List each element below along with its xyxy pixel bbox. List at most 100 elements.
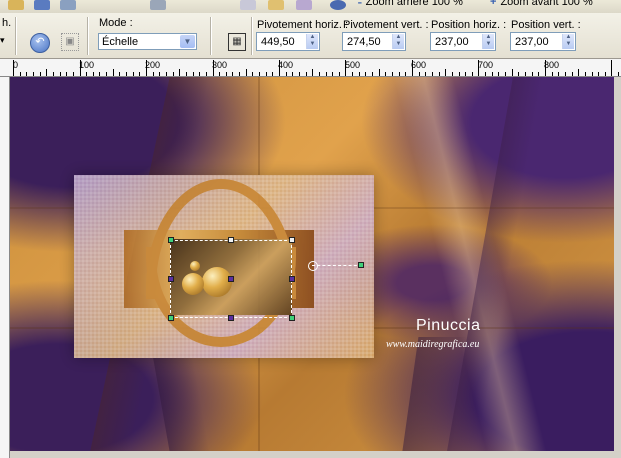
pivot-v-label: Pivotement vert. : bbox=[343, 19, 429, 31]
pos-h-spinner[interactable]: ▲ ▼ bbox=[482, 34, 494, 49]
ruler-tick bbox=[40, 72, 41, 76]
ruler-tick bbox=[465, 72, 466, 76]
handle-top-right[interactable] bbox=[289, 237, 295, 243]
ruler-tick bbox=[266, 72, 267, 76]
ruler-tick bbox=[345, 60, 346, 76]
ruler-tick bbox=[518, 72, 519, 76]
pos-v-value: 237,00 bbox=[515, 36, 549, 48]
ruler-tick bbox=[106, 72, 107, 76]
browse-icon[interactable] bbox=[150, 0, 166, 10]
ruler-tick bbox=[432, 72, 433, 76]
layer-icon[interactable] bbox=[296, 0, 312, 10]
ruler-tick bbox=[66, 72, 67, 76]
open-icon[interactable] bbox=[8, 0, 24, 10]
ruler-tick bbox=[618, 72, 619, 76]
ruler-tick bbox=[93, 72, 94, 76]
ruler-tick bbox=[319, 72, 320, 76]
ruler-tick bbox=[159, 72, 160, 76]
transform-icon[interactable]: ▦ bbox=[228, 33, 246, 51]
ruler-tick bbox=[33, 72, 34, 76]
vertical-ruler[interactable] bbox=[0, 77, 10, 458]
ruler-tick bbox=[246, 69, 247, 76]
separator bbox=[210, 17, 212, 55]
ruler-tick bbox=[572, 72, 573, 76]
ruler-tick bbox=[252, 72, 253, 76]
ruler-tick bbox=[552, 72, 553, 76]
ruler-tick bbox=[99, 72, 100, 76]
ruler-tick bbox=[392, 72, 393, 76]
ruler-tick bbox=[352, 72, 353, 76]
zoom-out-button[interactable]: ˗ Zoom arrière 100 % bbox=[358, 0, 463, 8]
print-icon[interactable] bbox=[60, 0, 76, 10]
separator bbox=[87, 17, 89, 55]
ruler-label: 100 bbox=[79, 60, 95, 70]
zoom-out-label: Zoom arrière 100 % bbox=[365, 0, 463, 8]
paste-icon[interactable] bbox=[268, 0, 284, 10]
mode-select[interactable]: Échelle ▼ bbox=[98, 33, 197, 50]
apply-button[interactable]: ▣ bbox=[61, 33, 79, 51]
copy-icon[interactable] bbox=[240, 0, 256, 10]
ruler-tick bbox=[478, 60, 479, 76]
ruler-tick bbox=[153, 72, 154, 76]
pivot-h-field[interactable]: 449,50 ▲ ▼ bbox=[256, 32, 320, 51]
ruler-tick bbox=[133, 72, 134, 76]
ruler-tick bbox=[232, 72, 233, 76]
ruler-label: 300 bbox=[212, 60, 228, 70]
ruler-tick bbox=[545, 60, 546, 76]
bottom-frame bbox=[10, 451, 614, 458]
ruler-tick bbox=[585, 72, 586, 76]
zoom-out-icon: ˗ bbox=[358, 0, 362, 8]
pivot-v-value: 274,50 bbox=[347, 36, 381, 48]
ruler-tick bbox=[186, 72, 187, 76]
ruler-tick bbox=[86, 72, 87, 76]
ruler-tick bbox=[199, 72, 200, 76]
handle-right[interactable] bbox=[289, 276, 295, 282]
ruler-tick bbox=[412, 60, 413, 76]
ruler-tick bbox=[472, 72, 473, 76]
mode-label: Mode : bbox=[99, 17, 133, 29]
ruler-tick bbox=[525, 72, 526, 76]
ruler-tick bbox=[372, 72, 373, 76]
ruler-tick bbox=[306, 72, 307, 76]
pivot-v-field[interactable]: 274,50 ▲ ▼ bbox=[342, 32, 406, 51]
rotation-handle[interactable] bbox=[358, 262, 364, 268]
ruler-tick bbox=[219, 72, 220, 76]
ruler-tick bbox=[206, 72, 207, 76]
pivot-v-spinner[interactable]: ▲ ▼ bbox=[392, 34, 404, 49]
ruler-tick bbox=[173, 72, 174, 76]
ruler-tick bbox=[179, 69, 180, 76]
ruler-tick bbox=[385, 72, 386, 76]
ruler-label: 500 bbox=[345, 60, 361, 70]
ruler-tick bbox=[605, 72, 606, 76]
handle-center[interactable] bbox=[228, 276, 234, 282]
zoom-in-button[interactable]: + Zoom avant 100 % bbox=[490, 0, 593, 8]
handle-top[interactable] bbox=[228, 237, 234, 243]
ruler-tick bbox=[399, 72, 400, 76]
watermark-name: Pinuccia bbox=[416, 317, 481, 334]
ruler-tick bbox=[558, 72, 559, 76]
save-icon[interactable] bbox=[34, 0, 50, 10]
ruler-tick bbox=[505, 72, 506, 76]
reset-button[interactable]: ↶ bbox=[30, 33, 50, 53]
handle-bottom-left[interactable] bbox=[168, 315, 174, 321]
pos-h-field[interactable]: 237,00 ▲ ▼ bbox=[430, 32, 496, 51]
image-canvas[interactable]: Pinuccia www.maidiregrafica.eu bbox=[10, 77, 614, 451]
chevron-down-icon[interactable]: ▼ bbox=[180, 35, 195, 48]
ruler-tick bbox=[339, 72, 340, 76]
pos-v-field[interactable]: 237,00 ▲ ▼ bbox=[510, 32, 576, 51]
handle-top-left[interactable] bbox=[168, 237, 174, 243]
ruler-tick bbox=[419, 72, 420, 76]
handle-left[interactable] bbox=[168, 276, 174, 282]
ruler-tick bbox=[359, 72, 360, 76]
ruler-tick bbox=[259, 72, 260, 76]
right-frame bbox=[614, 77, 621, 458]
handle-bottom[interactable] bbox=[228, 315, 234, 321]
horizontal-ruler[interactable]: 0 100 200 300 400 500 600 700 800 bbox=[0, 59, 621, 77]
info-icon[interactable] bbox=[330, 0, 346, 10]
separator bbox=[15, 17, 17, 55]
pivot-h-spinner[interactable]: ▲ ▼ bbox=[306, 34, 318, 49]
ruler-tick bbox=[126, 72, 127, 76]
pos-v-spinner[interactable]: ▲ ▼ bbox=[562, 34, 574, 49]
preset-dropdown-arrow[interactable]: ▾ bbox=[0, 35, 5, 46]
handle-bottom-right[interactable] bbox=[289, 315, 295, 321]
